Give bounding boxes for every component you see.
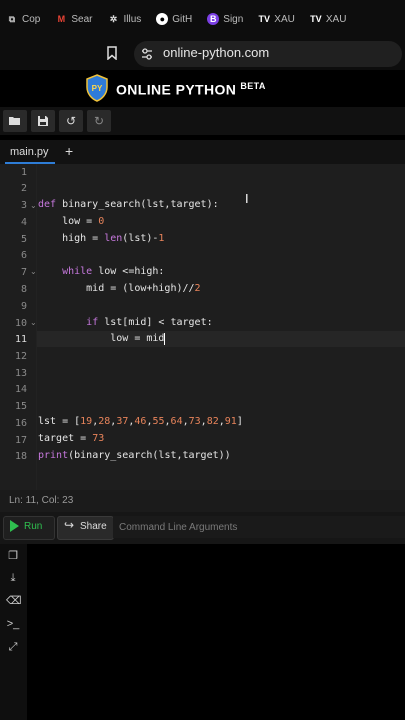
code-line: while low <=high: [62, 266, 165, 277]
undo-button[interactable]: ↺ [59, 110, 83, 132]
code-line: target = 73 [38, 433, 105, 444]
line-number: 8 [20, 284, 27, 295]
tradingview-icon: TV [258, 14, 271, 24]
gmail-icon: M [57, 14, 66, 24]
file-tab-main[interactable]: main.py [10, 146, 49, 158]
line-number: 7 [20, 267, 27, 278]
clear-console-icon[interactable]: ⌫ [6, 594, 22, 608]
share-icon: ↪ [64, 518, 75, 532]
sign-icon: B [207, 13, 220, 25]
line-number: 18 [14, 451, 27, 462]
console-output[interactable] [0, 544, 405, 720]
browser-tab[interactable]: B Sign [201, 0, 252, 38]
line-number: 4 [20, 217, 27, 228]
code-line: low = mid [38, 333, 165, 344]
line-number: 2 [20, 183, 27, 194]
tradingview-icon: TV [310, 14, 322, 24]
site-settings-icon[interactable] [140, 47, 154, 61]
open-folder-button[interactable] [3, 110, 27, 132]
line-number: 13 [14, 368, 27, 379]
file-tab-bar [0, 140, 405, 164]
site-title[interactable]: ONLINE PYTHON BETA [116, 81, 266, 98]
run-label[interactable]: Run [24, 521, 42, 532]
open-folder-icon [9, 117, 20, 125]
code-line: mid = (low+high)//2 [38, 283, 201, 294]
line-number: 3 [20, 200, 27, 211]
command-line-args-input[interactable] [113, 516, 405, 538]
gutter-divider [36, 164, 37, 490]
copy-icon: ⧉ [8, 14, 16, 24]
address-bar-url[interactable]: online-python.com [163, 45, 269, 60]
redo-icon: ↻ [93, 114, 105, 128]
save-icon [38, 116, 48, 126]
line-number: 12 [14, 351, 27, 362]
line-number: 5 [20, 234, 27, 245]
code-line: high = len(lst)-1 [38, 233, 165, 244]
line-number: 10 [14, 318, 27, 329]
redo-button[interactable]: ↻ [87, 110, 111, 132]
line-number: 14 [14, 384, 27, 395]
line-number: 17 [14, 435, 27, 446]
play-icon [10, 520, 19, 532]
share-label[interactable]: Share [80, 521, 107, 532]
line-number: 11 [14, 334, 27, 345]
browser-tab[interactable]: TV XAU [304, 0, 356, 38]
code-line: def binary_search(lst,target): [38, 199, 219, 210]
bookmark-icon[interactable] [107, 46, 117, 61]
text-cursor [164, 333, 165, 345]
save-button[interactable] [31, 110, 55, 132]
copy-output-icon[interactable]: ❐ [6, 549, 20, 563]
code-line: low = 0 [38, 216, 105, 227]
code-line: lst = [19,28,37,46,55,64,73,82,91] [38, 416, 243, 427]
line-number: 6 [20, 250, 27, 261]
add-file-button[interactable]: + [65, 143, 73, 159]
code-line: if lst[mid] < target: [86, 317, 213, 328]
terminal-icon[interactable]: >_ [6, 617, 20, 631]
cursor-position: Ln: 11, Col: 23 [9, 495, 74, 506]
github-icon: ● [156, 13, 169, 25]
browser-tab[interactable]: TV XAU [252, 0, 304, 38]
fold-arrow-icon[interactable]: ⌄ [30, 267, 37, 276]
line-number: 9 [20, 301, 27, 312]
browser-tab[interactable]: ⧉ Cop [0, 0, 49, 38]
undo-icon: ↺ [65, 114, 77, 128]
fold-arrow-icon[interactable]: ⌄ [30, 201, 37, 210]
code-line: print(binary_search(lst,target)) [38, 450, 231, 461]
fold-arrow-icon[interactable]: ⌄ [30, 318, 37, 327]
line-number: 1 [20, 167, 27, 178]
download-icon[interactable]: ⤓ [6, 571, 20, 585]
browser-tab[interactable]: M Sear [49, 0, 101, 38]
mouse-ibeam-icon: I [245, 191, 249, 206]
browser-tab-strip: ⧉ Cop M Sear ✲ Illus ● GitH B Sign TV XAU TV XA… [0, 0, 405, 38]
gear-icon: ✲ [109, 14, 118, 24]
browser-tab[interactable]: ✲ Illus [101, 0, 150, 38]
browser-tab[interactable]: ● GitH [150, 0, 201, 38]
line-number: 16 [14, 418, 27, 429]
beta-badge: BETA [240, 81, 266, 91]
line-number: 15 [14, 401, 27, 412]
svg-text:PY: PY [92, 84, 103, 93]
online-python-logo-icon: PY [86, 74, 108, 102]
expand-icon[interactable]: ⤢ [6, 640, 20, 654]
